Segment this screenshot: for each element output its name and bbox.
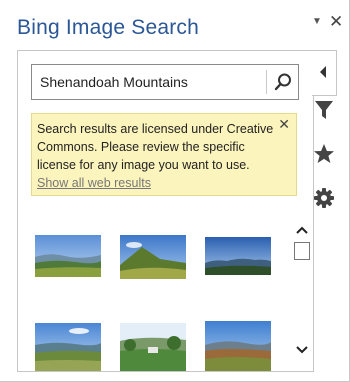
search-input[interactable] — [32, 65, 266, 99]
collapse-arrow-icon — [320, 66, 326, 78]
pane-close-button[interactable]: ✕ — [329, 12, 343, 32]
result-thumbnail[interactable] — [35, 323, 101, 371]
scrollbar-thumb[interactable] — [294, 242, 310, 260]
show-all-web-results-link[interactable]: Show all web results — [37, 176, 151, 190]
filter-icon — [315, 101, 333, 119]
pane-title: Bing Image Search — [17, 16, 200, 39]
search-box — [31, 64, 299, 100]
settings-tab[interactable] — [312, 186, 336, 210]
scroll-down-icon[interactable] — [294, 343, 310, 357]
result-thumbnail[interactable] — [205, 321, 271, 371]
scroll-up-icon[interactable] — [294, 223, 310, 237]
pane-menu-button[interactable]: ▼ — [312, 16, 322, 27]
side-tab-strip — [312, 50, 349, 370]
favorites-tab[interactable] — [312, 142, 336, 166]
result-thumbnail[interactable] — [205, 237, 271, 275]
license-notice: Search results are licensed under Creati… — [31, 113, 297, 196]
star-icon — [314, 144, 334, 163]
result-thumbnail[interactable] — [120, 235, 186, 279]
search-button[interactable] — [266, 70, 299, 94]
notice-close-button[interactable]: ✕ — [278, 117, 290, 131]
search-icon — [274, 73, 291, 91]
bing-image-search-pane: Bing Image Search ▼ ✕ Search results are… — [0, 0, 350, 382]
collapse-tab[interactable] — [312, 50, 337, 96]
filter-tab[interactable] — [312, 98, 336, 122]
results-panel: Search results are licensed under Creati… — [17, 50, 314, 372]
result-thumbnail[interactable] — [35, 235, 101, 277]
notice-text: Search results are licensed under Creati… — [37, 122, 274, 172]
result-thumbnail[interactable] — [120, 323, 186, 371]
gear-icon — [314, 188, 334, 208]
